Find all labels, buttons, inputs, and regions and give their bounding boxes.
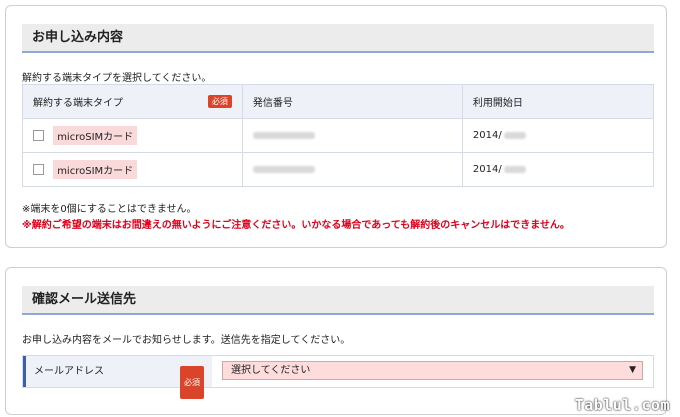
column-device-type: 解約する端末タイプ 必須: [22, 84, 243, 119]
device-cell: microSIMカード: [22, 152, 243, 187]
start-date-prefix: 2014/: [472, 130, 502, 141]
required-badge: 必須: [180, 366, 204, 399]
device-table-header: 解約する端末タイプ 必須 発信番号 利用開始日: [22, 84, 655, 119]
confirmation-section-header: 確認メール送信先: [22, 286, 654, 315]
email-label-cell: メールアドレス 必須: [23, 356, 212, 399]
email-label: メールアドレス: [34, 366, 104, 377]
device-type-label: microSIMカード: [53, 160, 138, 179]
email-select-value: 選択してください: [231, 365, 311, 376]
zero-device-note: ※端末を0個にすることはできません。: [22, 204, 197, 215]
cancellation-warning: ※解約ご希望の端末はお間違えの無いようにご注意ください。いかなる場合であっても解…: [22, 220, 570, 231]
table-row: microSIMカード 2014/: [22, 118, 655, 153]
device-checkbox[interactable]: [33, 130, 44, 141]
device-cell: microSIMカード: [22, 118, 243, 153]
application-panel: お申し込み内容 解約する端末タイプを選択してください。 解約する端末タイプ 必須…: [5, 5, 667, 248]
email-row: メールアドレス 必須 選択してください ▼: [22, 355, 654, 399]
application-title: お申し込み内容: [32, 30, 124, 45]
redacted-phone-number: [252, 131, 315, 139]
start-date-prefix: 2014/: [472, 164, 502, 175]
table-row: microSIMカード 2014/: [22, 152, 655, 187]
phone-number-cell: [241, 152, 463, 187]
device-table: 解約する端末タイプ 必須 発信番号 利用開始日 microSIMカード 2014…: [22, 84, 655, 187]
redacted-start-date: [503, 166, 526, 173]
phone-number-cell: [241, 118, 463, 153]
email-select-cell: 選択してください ▼: [212, 356, 653, 387]
column-device-type-label: 解約する端末タイプ: [33, 98, 123, 109]
confirmation-intro: お申し込み内容をメールでお知らせします。送信先を指定してください。: [22, 335, 351, 346]
column-start-date: 利用開始日: [461, 84, 655, 119]
email-select[interactable]: 選択してください ▼: [222, 361, 643, 380]
dropdown-arrow-icon: ▼: [629, 365, 636, 375]
column-phone-number: 発信番号: [241, 84, 463, 119]
redacted-phone-number: [252, 165, 315, 173]
redacted-start-date: [503, 132, 526, 139]
required-badge: 必須: [207, 95, 232, 108]
application-intro: 解約する端末タイプを選択してください。: [22, 73, 212, 84]
application-section-header: お申し込み内容: [22, 24, 654, 53]
start-date-cell: 2014/: [461, 118, 655, 153]
site-watermark: Tablul.com: [574, 396, 670, 414]
start-date-cell: 2014/: [461, 152, 655, 187]
confirmation-title: 確認メール送信先: [32, 292, 137, 307]
confirmation-panel: 確認メール送信先 お申し込み内容をメールでお知らせします。送信先を指定してくださ…: [5, 267, 667, 415]
device-checkbox[interactable]: [33, 164, 44, 175]
device-type-label: microSIMカード: [53, 126, 138, 145]
